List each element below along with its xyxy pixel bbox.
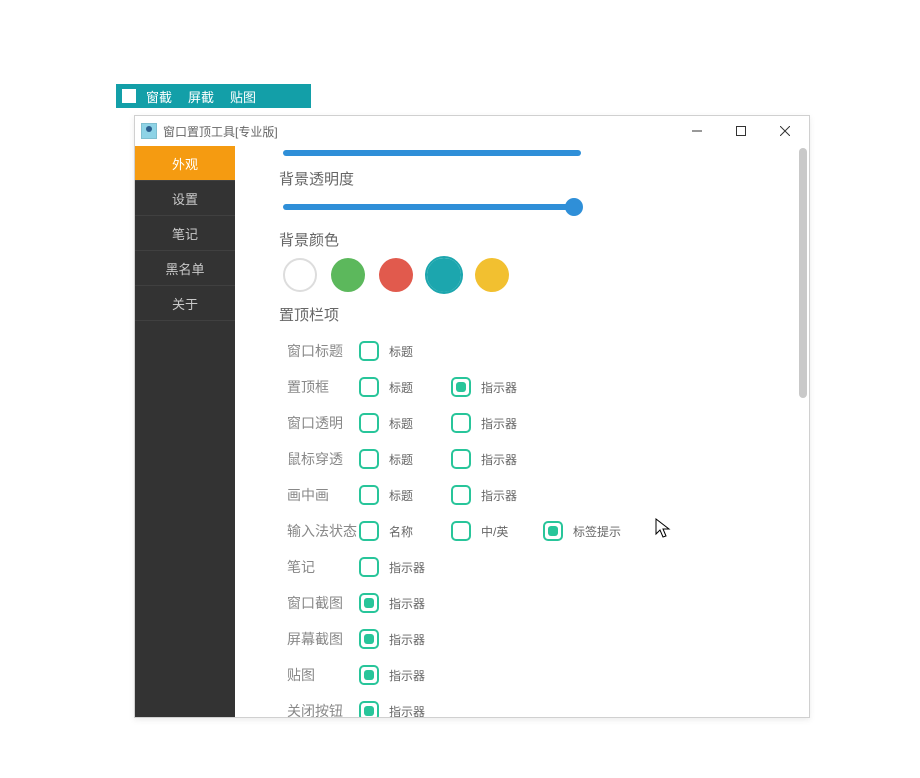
checkbox[interactable] bbox=[359, 521, 379, 541]
window-title: 窗口置顶工具[专业版] bbox=[163, 123, 278, 140]
checkbox[interactable] bbox=[359, 629, 379, 649]
row-label: 画中画 bbox=[279, 485, 359, 505]
sidebar-item-label: 设置 bbox=[172, 189, 198, 208]
maximize-button[interactable] bbox=[719, 116, 763, 146]
topbar-items-label: 置顶栏项 bbox=[279, 304, 789, 325]
row-label: 窗口截图 bbox=[279, 593, 359, 613]
option-rows: 窗口标题标题置顶框标题指示器窗口透明标题指示器鼠标穿透标题指示器画中画标题指示器… bbox=[279, 333, 789, 717]
toolbar-item-screen-capture[interactable]: 屏截 bbox=[188, 87, 214, 106]
row-label: 鼠标穿透 bbox=[279, 449, 359, 469]
color-swatch-yellow[interactable] bbox=[475, 258, 509, 292]
checkbox-label: 标题 bbox=[389, 379, 427, 396]
row-label: 输入法状态 bbox=[279, 521, 359, 541]
row-label: 置顶框 bbox=[279, 377, 359, 397]
color-swatch-green[interactable] bbox=[331, 258, 365, 292]
color-swatch-teal[interactable] bbox=[427, 258, 461, 292]
checkbox-label: 指示器 bbox=[481, 451, 519, 468]
row-label: 窗口透明 bbox=[279, 413, 359, 433]
checkbox-label: 标题 bbox=[389, 415, 427, 432]
checkbox-label: 指示器 bbox=[481, 487, 519, 504]
checkbox-label: 中/英 bbox=[481, 523, 519, 540]
checkbox-label: 指示器 bbox=[389, 559, 427, 576]
checkbox[interactable] bbox=[359, 701, 379, 717]
sidebar-item-label: 外观 bbox=[172, 154, 198, 173]
sidebar-item-settings[interactable]: 设置 bbox=[135, 181, 235, 216]
checkbox-label: 指示器 bbox=[481, 415, 519, 432]
close-button[interactable] bbox=[763, 116, 807, 146]
checkbox-label: 标题 bbox=[389, 451, 427, 468]
row-label: 关闭按钮 bbox=[279, 701, 359, 717]
color-swatches bbox=[283, 258, 789, 292]
row-label: 贴图 bbox=[279, 665, 359, 685]
option-row: 贴图 指示器 bbox=[279, 657, 789, 693]
sidebar-item-label: 关于 bbox=[172, 294, 198, 313]
option-row: 屏幕截图 指示器 bbox=[279, 621, 789, 657]
checkbox[interactable] bbox=[451, 485, 471, 505]
prev-slider-clipped bbox=[283, 146, 581, 156]
checkbox[interactable] bbox=[359, 449, 379, 469]
toolbar-checkbox[interactable] bbox=[122, 89, 136, 103]
checkbox-label: 指示器 bbox=[389, 631, 427, 648]
bg-opacity-slider[interactable] bbox=[283, 197, 581, 217]
option-row: 窗口透明 标题 指示器 bbox=[279, 405, 789, 441]
toolbar-item-window-capture[interactable]: 窗截 bbox=[146, 87, 172, 106]
checkbox[interactable] bbox=[543, 521, 563, 541]
sidebar-item-notes[interactable]: 笔记 bbox=[135, 216, 235, 251]
content-pane: 背景透明度 背景颜色 置顶栏项 窗口标题标题置顶框标题指示器窗口透明标题指示器鼠… bbox=[235, 146, 809, 717]
checkbox-label: 标题 bbox=[389, 487, 427, 504]
option-row: 窗口标题 标题 bbox=[279, 333, 789, 369]
minimize-button[interactable] bbox=[675, 116, 719, 146]
settings-window: 窗口置顶工具[专业版] 外观 设置 笔记 黑名单 关于 bbox=[134, 115, 810, 718]
scrollbar-thumb[interactable] bbox=[799, 148, 807, 398]
mini-toolbar: 窗截 屏截 贴图 bbox=[116, 84, 311, 108]
checkbox[interactable] bbox=[451, 521, 471, 541]
sidebar-item-label: 笔记 bbox=[172, 224, 198, 243]
checkbox-label: 指示器 bbox=[481, 379, 519, 396]
option-row: 置顶框 标题 指示器 bbox=[279, 369, 789, 405]
checkbox[interactable] bbox=[359, 377, 379, 397]
app-icon bbox=[141, 123, 157, 139]
checkbox-label: 名称 bbox=[389, 523, 427, 540]
checkbox-label: 指示器 bbox=[389, 667, 427, 684]
sidebar: 外观 设置 笔记 黑名单 关于 bbox=[135, 146, 235, 717]
checkbox[interactable] bbox=[359, 557, 379, 577]
color-swatch-red[interactable] bbox=[379, 258, 413, 292]
checkbox[interactable] bbox=[359, 341, 379, 361]
checkbox[interactable] bbox=[359, 413, 379, 433]
sidebar-item-appearance[interactable]: 外观 bbox=[135, 146, 235, 181]
option-row: 画中画 标题 指示器 bbox=[279, 477, 789, 513]
option-row: 关闭按钮 指示器 bbox=[279, 693, 789, 717]
option-row: 笔记 指示器 bbox=[279, 549, 789, 585]
option-row: 鼠标穿透 标题 指示器 bbox=[279, 441, 789, 477]
sidebar-item-about[interactable]: 关于 bbox=[135, 286, 235, 321]
slider-thumb[interactable] bbox=[565, 198, 583, 216]
bg-color-label: 背景颜色 bbox=[279, 229, 789, 250]
checkbox[interactable] bbox=[359, 665, 379, 685]
option-row: 输入法状态 名称 中/英 标签提示 bbox=[279, 513, 789, 549]
bg-opacity-label: 背景透明度 bbox=[279, 168, 789, 189]
titlebar: 窗口置顶工具[专业版] bbox=[135, 116, 809, 146]
checkbox-label: 标题 bbox=[389, 343, 427, 360]
sidebar-item-blacklist[interactable]: 黑名单 bbox=[135, 251, 235, 286]
slider-track bbox=[283, 204, 581, 210]
window-controls bbox=[675, 116, 807, 146]
toolbar-item-paste-image[interactable]: 贴图 bbox=[230, 87, 256, 106]
row-label: 屏幕截图 bbox=[279, 629, 359, 649]
checkbox-label: 指示器 bbox=[389, 703, 427, 718]
checkbox-label: 标签提示 bbox=[573, 523, 621, 540]
checkbox[interactable] bbox=[451, 413, 471, 433]
checkbox[interactable] bbox=[451, 377, 471, 397]
checkbox-label: 指示器 bbox=[389, 595, 427, 612]
row-label: 笔记 bbox=[279, 557, 359, 577]
checkbox[interactable] bbox=[451, 449, 471, 469]
checkbox[interactable] bbox=[359, 593, 379, 613]
checkbox[interactable] bbox=[359, 485, 379, 505]
sidebar-item-label: 黑名单 bbox=[165, 259, 204, 278]
color-swatch-white[interactable] bbox=[283, 258, 317, 292]
option-row: 窗口截图 指示器 bbox=[279, 585, 789, 621]
row-label: 窗口标题 bbox=[279, 341, 359, 361]
